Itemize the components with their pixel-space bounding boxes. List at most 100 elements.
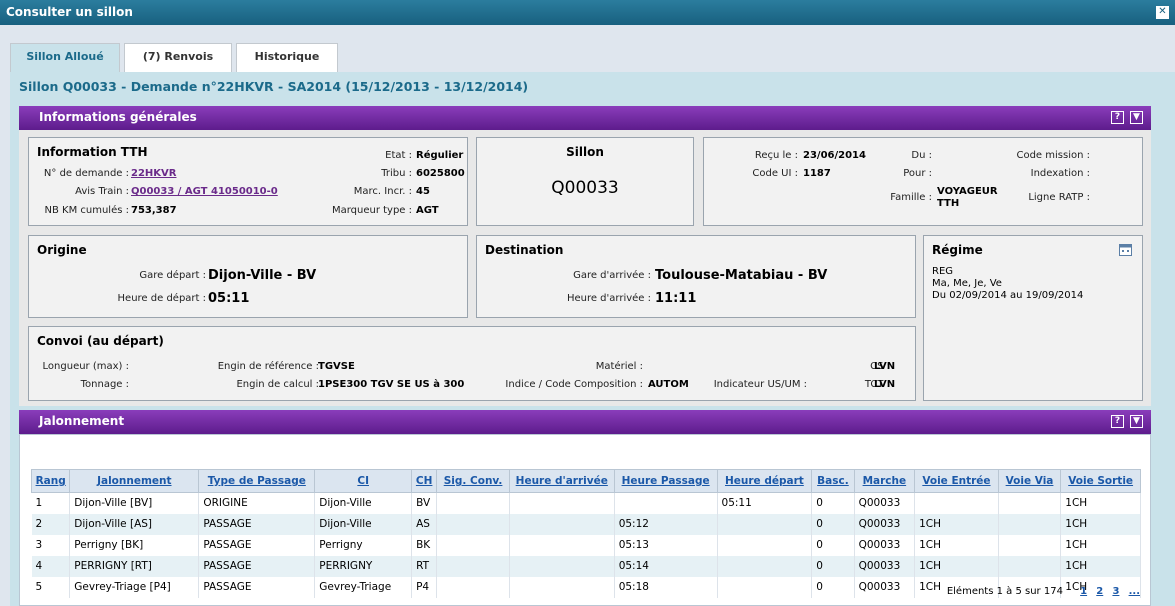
page-link[interactable]: 1 xyxy=(1080,586,1087,597)
help-icon[interactable]: ? xyxy=(1111,415,1124,428)
table-cell: PASSAGE xyxy=(198,555,316,577)
column-header[interactable]: Rang xyxy=(30,469,71,493)
page-link[interactable]: 2 xyxy=(1096,586,1103,597)
column-header[interactable]: Heure d'arrivée xyxy=(508,469,615,493)
column-header[interactable]: Jalonnement xyxy=(69,469,200,493)
demande-link[interactable]: 22HKVR xyxy=(131,168,176,179)
gare-depart-value: Dijon-Ville - BV xyxy=(208,268,317,283)
calendar-icon[interactable] xyxy=(1119,243,1132,256)
help-icon[interactable]: ? xyxy=(1111,111,1124,124)
table-cell: 05:14 xyxy=(614,555,718,577)
collapse-icon[interactable]: ▼ xyxy=(1130,415,1143,428)
field-value: AGT xyxy=(416,205,439,216)
table-header-row: Rang Jalonnement Type de Passage CI CH S… xyxy=(30,469,1141,493)
field-value: 6025800 xyxy=(416,168,465,179)
table-cell: Q00033 xyxy=(854,534,916,556)
table-cell xyxy=(509,492,615,514)
sillon-box: Sillon Q00033 xyxy=(476,137,694,226)
table-cell: P4 xyxy=(411,576,438,598)
table-cell xyxy=(436,513,510,535)
field-label: Code mission : xyxy=(1016,150,1090,161)
field-label: Longueur (max) : xyxy=(42,361,129,372)
table-cell: Dijon-Ville [BV] xyxy=(69,492,200,514)
table-cell: Dijon-Ville xyxy=(314,513,413,535)
field-value: 753,387 xyxy=(131,205,177,216)
heure-arrivee-value: 11:11 xyxy=(655,291,697,306)
table-cell: 0 xyxy=(811,513,855,535)
close-icon[interactable]: ✕ xyxy=(1156,6,1169,19)
tab-sillon-alloue[interactable]: Sillon Alloué xyxy=(10,43,120,74)
information-tth-box: Information TTH N° de demande : 22HKVR A… xyxy=(28,137,468,226)
tab-renvois[interactable]: (7) Renvois xyxy=(124,43,232,73)
field-value: LVN xyxy=(874,379,896,390)
field-value: 23/06/2014 xyxy=(803,150,866,161)
regime-period: Du 02/09/2014 au 19/09/2014 xyxy=(932,290,1084,301)
window-titlebar: Consulter un sillon ✕ xyxy=(0,0,1175,25)
field-label: Pour : xyxy=(903,168,932,179)
table-cell: AS xyxy=(411,513,438,535)
table-row[interactable]: 1 Dijon-Ville [BV] ORIGINE Dijon-Ville BV 05:… xyxy=(31,492,1141,514)
table-cell: BK xyxy=(411,534,438,556)
column-header[interactable]: Heure départ xyxy=(716,469,813,493)
column-header[interactable]: Sig. Conv. xyxy=(436,469,510,493)
reception-box: Reçu le : 23/06/2014 Code UI : 1187 Du :… xyxy=(703,137,1143,226)
field-value: 1187 xyxy=(803,168,831,179)
section-title: Sillon xyxy=(566,145,604,159)
field-label: Indice / Code Composition : xyxy=(505,379,643,390)
info-panel-body: Information TTH N° de demande : 22HKVR A… xyxy=(19,130,1151,406)
info-panel-header: Informations générales ? ▼ xyxy=(19,106,1151,130)
collapse-icon[interactable]: ▼ xyxy=(1130,111,1143,124)
window-title: Consulter un sillon xyxy=(6,5,133,19)
jalonnement-panel-header: Jalonnement ? ▼ xyxy=(19,410,1151,434)
field-value: LVN xyxy=(874,361,896,372)
column-header[interactable]: CI xyxy=(314,469,413,493)
table-cell: Perrigny [BK] xyxy=(69,534,200,556)
table-cell: 1CH xyxy=(1060,513,1141,535)
column-header[interactable]: Marche xyxy=(853,469,916,493)
table-cell: Gevrey-Triage [P4] xyxy=(69,576,200,598)
column-header[interactable]: Voie Entrée xyxy=(914,469,999,493)
main-content: Sillon Q00033 - Demande n°22HKVR - SA201… xyxy=(10,72,1175,606)
table-cell: RT xyxy=(411,555,438,577)
table-cell: 1CH xyxy=(1060,492,1141,514)
table-cell: 05:11 xyxy=(717,492,813,514)
column-header[interactable]: CH xyxy=(411,469,438,493)
field-label: Du : xyxy=(911,150,932,161)
field-label: Heure d'arrivée : xyxy=(566,293,651,304)
column-header[interactable]: Voie Sortie xyxy=(1060,469,1141,493)
field-value: TTH xyxy=(937,198,960,209)
field-label: Tonnage : xyxy=(80,379,129,390)
table-cell: PERRIGNY [RT] xyxy=(69,555,200,577)
field-label: Indicateur US/UM : xyxy=(713,379,807,390)
table-cell: 0 xyxy=(811,576,855,598)
jalonnement-panel-title: Jalonnement xyxy=(39,414,125,428)
page-link[interactable]: ... xyxy=(1129,586,1140,597)
destination-box: Destination Gare d'arrivée : Toulouse-Ma… xyxy=(476,235,916,318)
field-label: Gare départ : xyxy=(139,270,206,281)
column-header[interactable]: Type de Passage xyxy=(198,469,316,493)
table-cell xyxy=(509,555,615,577)
table-cell: BV xyxy=(411,492,438,514)
avis-train-link[interactable]: Q00033 / AGT 41050010-0 xyxy=(131,186,278,197)
table-cell: 05:18 xyxy=(614,576,718,598)
table-cell: 5 xyxy=(31,576,71,598)
table-row[interactable]: 4 PERRIGNY [RT] PASSAGE PERRIGNY RT 05:14 0 Q00… xyxy=(31,555,1141,577)
regime-box: Régime REG Ma, Me, Je, Ve Du 02/09/2014 … xyxy=(923,235,1143,401)
table-cell xyxy=(436,534,510,556)
table-cell: 1CH xyxy=(914,534,999,556)
column-header[interactable]: Voie Via xyxy=(997,469,1062,493)
table-row[interactable]: 3 Perrigny [BK] PASSAGE Perrigny BK 05:13 0 Q00… xyxy=(31,534,1141,556)
table-cell: Dijon-Ville [AS] xyxy=(69,513,200,535)
table-cell: Gevrey-Triage xyxy=(314,576,413,598)
column-header[interactable]: Heure Passage xyxy=(613,469,718,493)
column-header[interactable]: Basc. xyxy=(811,469,855,493)
table-cell: PASSAGE xyxy=(198,513,316,535)
page-link[interactable]: 3 xyxy=(1112,586,1119,597)
tab-historique[interactable]: Historique xyxy=(236,43,338,73)
field-label: Etat : xyxy=(385,150,412,161)
table-cell xyxy=(717,534,813,556)
field-label: NB KM cumulés : xyxy=(44,205,130,216)
table-cell: 1CH xyxy=(914,555,999,577)
field-label: Avis Train : xyxy=(75,186,129,197)
table-row[interactable]: 2 Dijon-Ville [AS] PASSAGE Dijon-Ville AS 05:… xyxy=(31,513,1141,535)
